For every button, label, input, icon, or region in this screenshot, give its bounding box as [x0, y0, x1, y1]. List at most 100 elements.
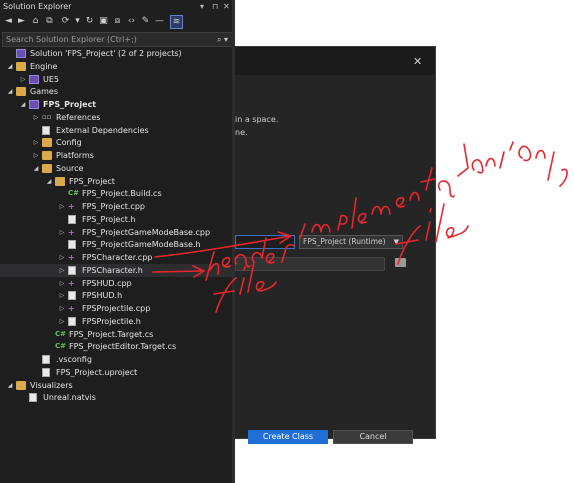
tree-item[interactable]: C# FPS_Project.Target.cs [0, 328, 232, 341]
expanded-arrow-icon[interactable]: ◢ [32, 162, 40, 175]
tree-item[interactable]: C# FPS_Project.Build.cs [0, 187, 232, 200]
expanded-arrow-icon[interactable]: ◢ [19, 98, 27, 111]
tree-item[interactable]: ▷ ▫▫ References [0, 111, 232, 124]
search-placeholder: Search Solution Explorer (Ctrl+;) [6, 35, 137, 44]
collapsed-arrow-icon[interactable]: ▷ [58, 315, 66, 328]
tree-item-label: FPS_Project [69, 176, 115, 186]
class-name-input[interactable] [235, 235, 295, 249]
pending-changes-filter-icon[interactable]: ⟳ [60, 15, 71, 27]
tree-item[interactable]: ▷ + FPSCharacter.cpp [0, 251, 232, 264]
file-icon [42, 367, 50, 377]
tree-item-label: FPSProjectile.cpp [82, 304, 151, 313]
tree-item[interactable]: ▷ FPSProjectile.h [0, 315, 232, 328]
csharp-file-icon: C# [55, 329, 67, 338]
collapsed-arrow-icon[interactable]: ▷ [58, 302, 66, 315]
preview-selected-icon[interactable]: — [154, 15, 165, 27]
tree-item[interactable]: ◢ Visualizers [0, 379, 232, 392]
tree-item[interactable]: External Dependencies [0, 124, 232, 137]
tree-item-label: References [56, 112, 101, 122]
collapsed-arrow-icon[interactable]: ▷ [58, 289, 66, 302]
tree-item-label: Source [56, 163, 84, 173]
collapsed-arrow-icon[interactable]: ▷ [32, 136, 40, 149]
tree-item-label: FPS_Project.h [82, 214, 136, 224]
tree-item-label: Config [56, 138, 82, 148]
folder-browse-icon[interactable] [395, 258, 406, 267]
collapsed-arrow-icon[interactable]: ▷ [58, 251, 66, 264]
tree-item[interactable]: Solution 'FPS_Project' (2 of 2 projects) [0, 47, 232, 60]
header-file-icon [68, 214, 76, 224]
project-icon [29, 100, 39, 109]
tree-item[interactable]: ▷ + FPS_Project.cpp [0, 200, 232, 213]
tree-item-label: FPSCharacter.h [82, 265, 143, 275]
tree-item[interactable]: ▷ + FPSHUD.cpp [0, 277, 232, 290]
tree-item[interactable]: ▷ + FPS_ProjectGameModeBase.cpp [0, 226, 232, 239]
tree-item-label: FPS_ProjectGameModeBase.h [82, 240, 201, 250]
search-icon[interactable]: ⌕ ▾ [217, 33, 228, 46]
collapsed-arrow-icon[interactable]: ▷ [58, 200, 66, 213]
sync-icon[interactable]: ▾ [72, 15, 83, 27]
tree-item[interactable]: ◢ FPS_Project [0, 175, 232, 188]
module-select[interactable]: FPS_Project (Runtime) ▼ [299, 235, 403, 249]
path-input[interactable] [235, 257, 385, 271]
pin-icon[interactable]: ▾ [200, 0, 204, 13]
auto-hide-icon[interactable]: ⊓ [212, 0, 218, 13]
cpp-file-icon: + [68, 278, 75, 288]
tree-item[interactable]: .vsconfig [0, 353, 232, 366]
dependencies-icon [42, 125, 50, 135]
tree-item-label: FPSCharacter.cpp [82, 253, 153, 262]
show-all-files-icon[interactable]: ⧈ [112, 15, 123, 27]
csharp-file-icon: C# [68, 189, 80, 198]
collapsed-arrow-icon[interactable]: ▷ [58, 226, 66, 239]
tree-item[interactable]: FPS_ProjectGameModeBase.h [0, 238, 232, 251]
file-icon [29, 393, 37, 403]
collapsed-arrow-icon[interactable]: ▷ [32, 111, 40, 124]
tree-item[interactable]: ▷ FPSHUD.h [0, 289, 232, 302]
expanded-arrow-icon[interactable]: ◢ [6, 379, 14, 392]
cpp-file-icon: + [68, 304, 75, 313]
tree-item[interactable]: ▷ Platforms [0, 149, 232, 162]
tree-item[interactable]: ▷ + FPSProjectile.cpp [0, 302, 232, 315]
settings-icon[interactable]: ≋ [170, 15, 183, 29]
collapsed-arrow-icon[interactable]: ▷ [58, 277, 66, 290]
tree-item[interactable]: ◢ FPS_Project [0, 98, 232, 111]
tree-item-label: .vsconfig [56, 355, 92, 364]
tree-item[interactable]: ▷ Config [0, 136, 232, 149]
expanded-arrow-icon[interactable]: ◢ [6, 60, 14, 73]
tree-item[interactable]: ▷ FPSCharacter.h [0, 263, 232, 277]
header-file-icon [68, 316, 76, 326]
code-view-icon[interactable]: ‹› [126, 15, 137, 27]
tree-item[interactable]: ◢ Games [0, 85, 232, 98]
search-box[interactable]: Search Solution Explorer (Ctrl+;) ⌕ ▾ [2, 32, 233, 47]
tree-item[interactable]: FPS_Project.uproject [0, 366, 232, 379]
tree-item[interactable]: FPS_Project.h [0, 213, 232, 226]
forward-icon[interactable]: ► [16, 15, 27, 27]
create-class-button[interactable]: Create Class [248, 430, 328, 444]
header-file-icon [68, 291, 76, 301]
switch-views-icon[interactable]: ⧉ [44, 15, 55, 27]
collapsed-arrow-icon[interactable]: ▷ [32, 149, 40, 162]
refresh-icon[interactable]: ↻ [84, 15, 95, 27]
dialog-close-icon[interactable]: ✕ [413, 55, 422, 68]
folder-icon [16, 87, 26, 97]
folder-icon [16, 61, 26, 71]
csharp-file-icon: C# [55, 342, 67, 351]
home-icon[interactable]: ⌂ [30, 15, 41, 27]
solution-icon [16, 49, 26, 58]
cpp-file-icon: + [68, 253, 75, 262]
expanded-arrow-icon[interactable]: ◢ [45, 175, 53, 188]
tree-item-label: Visualizers [30, 380, 73, 390]
tree-item[interactable]: ◢ Source [0, 162, 232, 175]
collapsed-arrow-icon[interactable]: ▷ [58, 264, 66, 277]
tree-item-label: FPS_ProjectGameModeBase.cpp [82, 227, 211, 237]
properties-icon[interactable]: ✎ [140, 15, 151, 27]
cancel-button[interactable]: Cancel [333, 430, 413, 444]
tree-item[interactable]: Unreal.natvis [0, 391, 232, 404]
tree-item[interactable]: ▷ UE5 [0, 73, 232, 86]
collapse-all-icon[interactable]: ▣ [98, 15, 109, 27]
expanded-arrow-icon[interactable]: ◢ [6, 85, 14, 98]
tree-item[interactable]: ◢ Engine [0, 60, 232, 73]
close-icon[interactable]: ✕ [223, 0, 230, 13]
back-icon[interactable]: ◄ [3, 15, 14, 27]
tree-item[interactable]: C# FPS_ProjectEditor.Target.cs [0, 340, 232, 353]
collapsed-arrow-icon[interactable]: ▷ [19, 73, 27, 86]
